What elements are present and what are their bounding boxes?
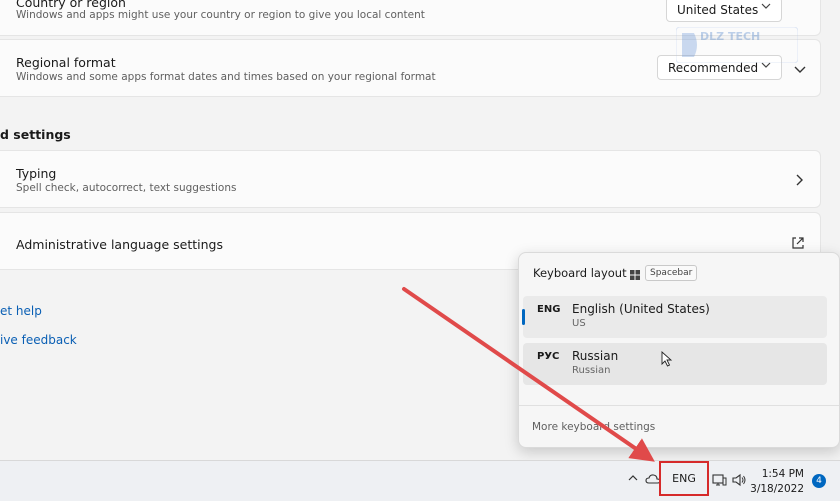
country-region-dropdown[interactable]: United States — [666, 0, 782, 22]
more-keyboard-settings-link[interactable]: More keyboard settings — [532, 421, 655, 433]
layout-code: РУС — [537, 351, 560, 362]
regional-format-desc: Windows and some apps format dates and t… — [16, 71, 436, 83]
mouse-cursor-icon — [661, 350, 673, 371]
layout-sub: Russian — [572, 365, 611, 376]
layout-code: ENG — [537, 304, 561, 315]
admin-language-title: Administrative language settings — [16, 237, 223, 252]
layout-name: English (United States) — [572, 302, 710, 316]
watermark-text: DLZ TECH — [700, 30, 761, 43]
open-external-icon — [790, 235, 808, 253]
taskbar: ENG 1:54 PM 3/18/2022 4 — [0, 460, 840, 501]
layout-item-english[interactable]: ENG English (United States) US — [522, 296, 827, 338]
keyboard-layout-flyout: Keyboard layout Spacebar ENG English (Un… — [518, 252, 840, 448]
volume-icon[interactable] — [731, 473, 747, 490]
country-region-desc: Windows and apps might use your country … — [16, 9, 425, 21]
flyout-divider — [519, 405, 839, 406]
regional-format-title: Regional format — [16, 55, 116, 70]
layout-sub: US — [572, 318, 586, 329]
chevron-down-icon — [761, 1, 771, 14]
clock-date[interactable]: 3/18/2022 — [750, 483, 804, 495]
typing-card[interactable]: Typing Spell check, autocorrect, text su… — [0, 150, 821, 208]
input-language-button[interactable]: ENG — [659, 461, 709, 496]
notification-badge[interactable]: 4 — [812, 474, 826, 488]
clock-time[interactable]: 1:54 PM — [760, 468, 804, 480]
watermark-logo: DLZ TECH — [675, 26, 799, 64]
input-language-label: ENG — [672, 472, 696, 485]
windows-key-icon — [629, 266, 641, 280]
spacebar-shortcut-chip: Spacebar — [645, 265, 698, 281]
flyout-title: Keyboard layout — [533, 266, 627, 280]
selected-indicator — [522, 309, 525, 325]
get-help-link[interactable]: et help — [0, 304, 42, 318]
typing-title: Typing — [16, 166, 57, 181]
chevron-right-icon — [790, 171, 808, 189]
network-icon[interactable] — [711, 472, 727, 491]
show-hidden-icons-button[interactable] — [627, 473, 639, 486]
country-region-value: United States — [677, 2, 759, 17]
related-settings-heading: d settings — [0, 127, 71, 142]
typing-desc: Spell check, autocorrect, text suggestio… — [16, 182, 237, 194]
give-feedback-link[interactable]: ive feedback — [0, 333, 77, 347]
layout-item-russian[interactable]: РУС Russian Russian — [523, 343, 827, 385]
layout-name: Russian — [572, 349, 619, 363]
